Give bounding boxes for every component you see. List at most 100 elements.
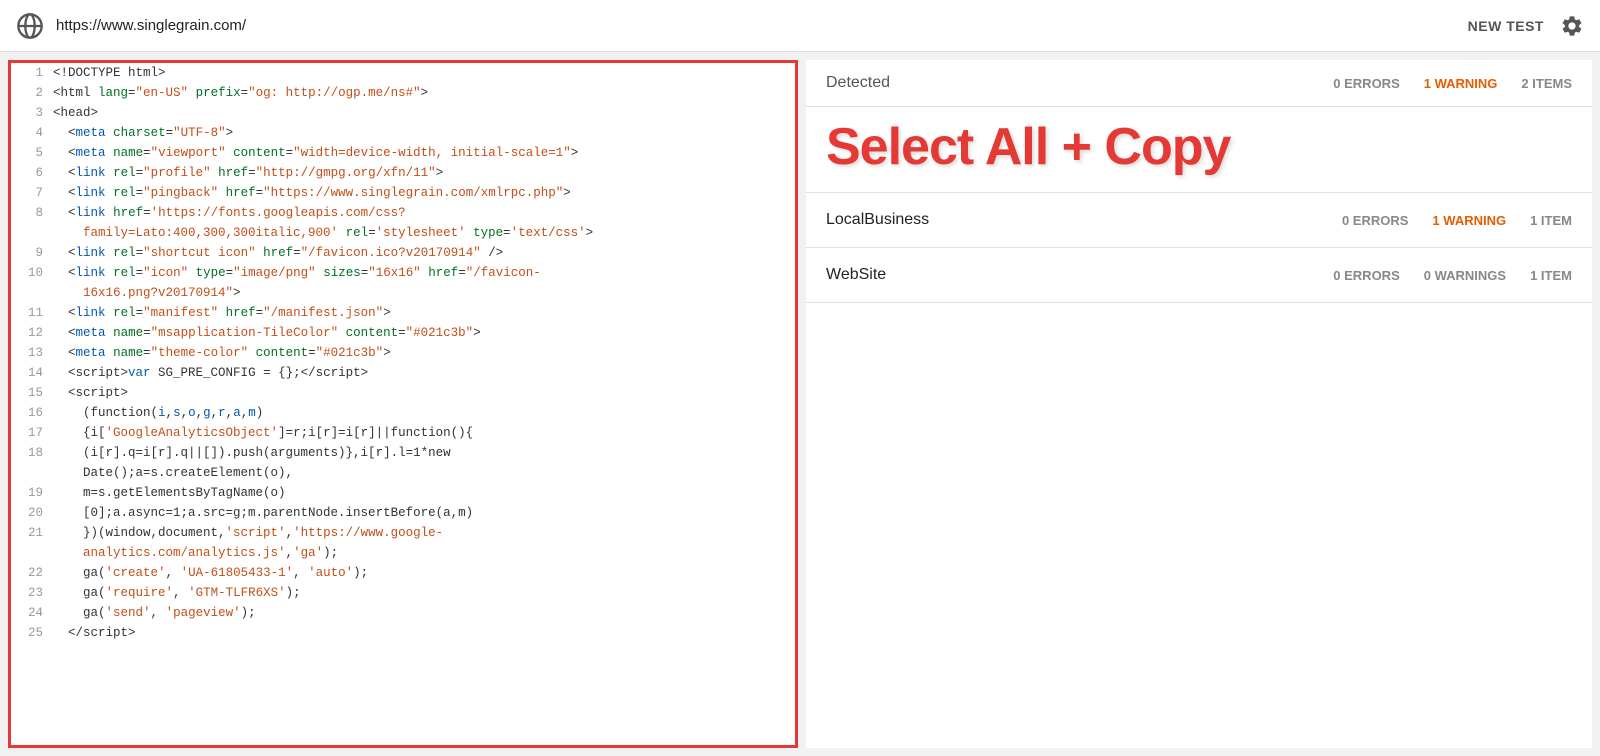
code-line: 22 ga('create', 'UA-61805433-1', 'auto')…	[11, 563, 795, 583]
list-item[interactable]: WebSite 0 ERRORS 0 WARNINGS 1 ITEM	[806, 248, 1592, 303]
code-content: m=s.getElementsByTagName(o)	[53, 483, 791, 503]
detected-label: Detected	[826, 74, 890, 92]
code-line: 19 m=s.getElementsByTagName(o)	[11, 483, 795, 503]
select-all-button[interactable]: Select All + Copy	[826, 119, 1230, 176]
code-line: 11 <link rel="manifest" href="/manifest.…	[11, 303, 795, 323]
line-number: 1	[15, 63, 43, 83]
line-number: 24	[15, 603, 43, 623]
code-content: <meta name="msapplication-TileColor" con…	[53, 323, 791, 343]
item-warnings-stat: 0 WARNINGS	[1424, 268, 1506, 283]
line-number: 15	[15, 383, 43, 403]
code-line: 5 <meta name="viewport" content="width=d…	[11, 143, 795, 163]
code-line: 17 {i['GoogleAnalyticsObject']=r;i[r]=i[…	[11, 423, 795, 443]
code-line: 6 <link rel="profile" href="http://gmpg.…	[11, 163, 795, 183]
code-content: <link rel="manifest" href="/manifest.jso…	[53, 303, 791, 323]
right-panel-header: Detected 0 ERRORS 1 WARNING 2 ITEMS	[806, 60, 1592, 107]
code-content: <script>	[53, 383, 791, 403]
top-bar: https://www.singlegrain.com/ NEW TEST	[0, 0, 1600, 52]
code-content: </script>	[53, 623, 791, 643]
code-content: (i[r].q=i[r].q||[]).push(arguments)},i[r…	[53, 443, 791, 483]
item-count-stat: 1 ITEM	[1530, 268, 1572, 283]
item-name: WebSite	[826, 266, 886, 284]
code-line: 3 <head>	[11, 103, 795, 123]
main-content: 1 <!DOCTYPE html> 2 <html lang="en-US" pref…	[0, 52, 1600, 756]
code-line: 25 </script>	[11, 623, 795, 643]
code-line: 1 <!DOCTYPE html>	[11, 63, 795, 83]
code-line: 8 <link href='https://fonts.googleapis.c…	[11, 203, 795, 243]
code-line: 12 <meta name="msapplication-TileColor" …	[11, 323, 795, 343]
item-count-stat: 1 ITEM	[1530, 213, 1572, 228]
code-content: <link rel="pingback" href="https://www.s…	[53, 183, 791, 203]
code-content: <link href='https://fonts.googleapis.com…	[53, 203, 791, 243]
code-content: <link rel="shortcut icon" href="/favicon…	[53, 243, 791, 263]
header-warnings-stat: 1 WARNING	[1424, 76, 1498, 91]
code-line: 15 <script>	[11, 383, 795, 403]
code-content: <link rel="icon" type="image/png" sizes=…	[53, 263, 791, 303]
new-test-button[interactable]: NEW TEST	[1468, 18, 1544, 34]
line-number: 6	[15, 163, 43, 183]
code-content: (function(i,s,o,g,r,a,m)	[53, 403, 791, 423]
line-number: 7	[15, 183, 43, 203]
code-line: 20 [0];a.async=1;a.src=g;m.parentNode.in…	[11, 503, 795, 523]
line-number: 17	[15, 423, 43, 443]
code-content: <head>	[53, 103, 791, 123]
line-number: 8	[15, 203, 43, 243]
code-content: })(window,document,'script','https://www…	[53, 523, 791, 563]
line-number: 12	[15, 323, 43, 343]
code-line: 21 })(window,document,'script','https://…	[11, 523, 795, 563]
code-line: 9 <link rel="shortcut icon" href="/favic…	[11, 243, 795, 263]
code-line: 14 <script>var SG_PRE_CONFIG = {};</scri…	[11, 363, 795, 383]
code-line: 13 <meta name="theme-color" content="#02…	[11, 343, 795, 363]
code-content: <html lang="en-US" prefix="og: http://og…	[53, 83, 791, 103]
code-content: ga('create', 'UA-61805433-1', 'auto');	[53, 563, 791, 583]
line-number: 13	[15, 343, 43, 363]
line-number: 18	[15, 443, 43, 483]
select-all-section: Select All + Copy	[806, 107, 1592, 193]
line-number: 16	[15, 403, 43, 423]
line-number: 22	[15, 563, 43, 583]
code-line: 7 <link rel="pingback" href="https://www…	[11, 183, 795, 203]
line-number: 3	[15, 103, 43, 123]
code-content: [0];a.async=1;a.src=g;m.parentNode.inser…	[53, 503, 791, 523]
code-line: 16 (function(i,s,o,g,r,a,m)	[11, 403, 795, 423]
item-errors-stat: 0 ERRORS	[1333, 268, 1399, 283]
gear-icon[interactable]	[1560, 14, 1584, 38]
item-stats: 0 ERRORS 1 WARNING 1 ITEM	[1342, 213, 1572, 228]
code-content: <script>var SG_PRE_CONFIG = {};</script>	[53, 363, 791, 383]
header-items-stat: 2 ITEMS	[1521, 76, 1572, 91]
code-content: ga('require', 'GTM-TLFR6XS');	[53, 583, 791, 603]
code-line: 2 <html lang="en-US" prefix="og: http://o…	[11, 83, 795, 103]
code-content: <!DOCTYPE html>	[53, 63, 791, 83]
line-number: 4	[15, 123, 43, 143]
code-line: 4 <meta charset="UTF-8">	[11, 123, 795, 143]
header-errors-stat: 0 ERRORS	[1333, 76, 1399, 91]
code-content: <meta name="theme-color" content="#021c3…	[53, 343, 791, 363]
line-number: 11	[15, 303, 43, 323]
code-line: 23 ga('require', 'GTM-TLFR6XS');	[11, 583, 795, 603]
line-number: 20	[15, 503, 43, 523]
url-display: https://www.singlegrain.com/	[56, 17, 246, 34]
code-content: <meta charset="UTF-8">	[53, 123, 791, 143]
line-number: 14	[15, 363, 43, 383]
right-panel: Detected 0 ERRORS 1 WARNING 2 ITEMS Sele…	[806, 60, 1592, 748]
code-content: {i['GoogleAnalyticsObject']=r;i[r]=i[r]|…	[53, 423, 791, 443]
list-item[interactable]: LocalBusiness 0 ERRORS 1 WARNING 1 ITEM	[806, 193, 1592, 248]
code-line: 24 ga('send', 'pageview');	[11, 603, 795, 623]
line-number: 10	[15, 263, 43, 303]
code-line: 18 (i[r].q=i[r].q||[]).push(arguments)},…	[11, 443, 795, 483]
items-list: LocalBusiness 0 ERRORS 1 WARNING 1 ITEM …	[806, 193, 1592, 748]
code-content: ga('send', 'pageview');	[53, 603, 791, 623]
line-number: 9	[15, 243, 43, 263]
globe-icon	[16, 12, 44, 40]
code-line: 10 <link rel="icon" type="image/png" siz…	[11, 263, 795, 303]
item-errors-stat: 0 ERRORS	[1342, 213, 1408, 228]
item-warnings-stat: 1 WARNING	[1432, 213, 1506, 228]
line-number: 2	[15, 83, 43, 103]
code-content: <link rel="profile" href="http://gmpg.or…	[53, 163, 791, 183]
code-content: <meta name="viewport" content="width=dev…	[53, 143, 791, 163]
item-name: LocalBusiness	[826, 211, 929, 229]
header-stats: 0 ERRORS 1 WARNING 2 ITEMS	[1333, 76, 1572, 91]
line-number: 19	[15, 483, 43, 503]
code-panel[interactable]: 1 <!DOCTYPE html> 2 <html lang="en-US" pref…	[8, 60, 798, 748]
line-number: 21	[15, 523, 43, 563]
